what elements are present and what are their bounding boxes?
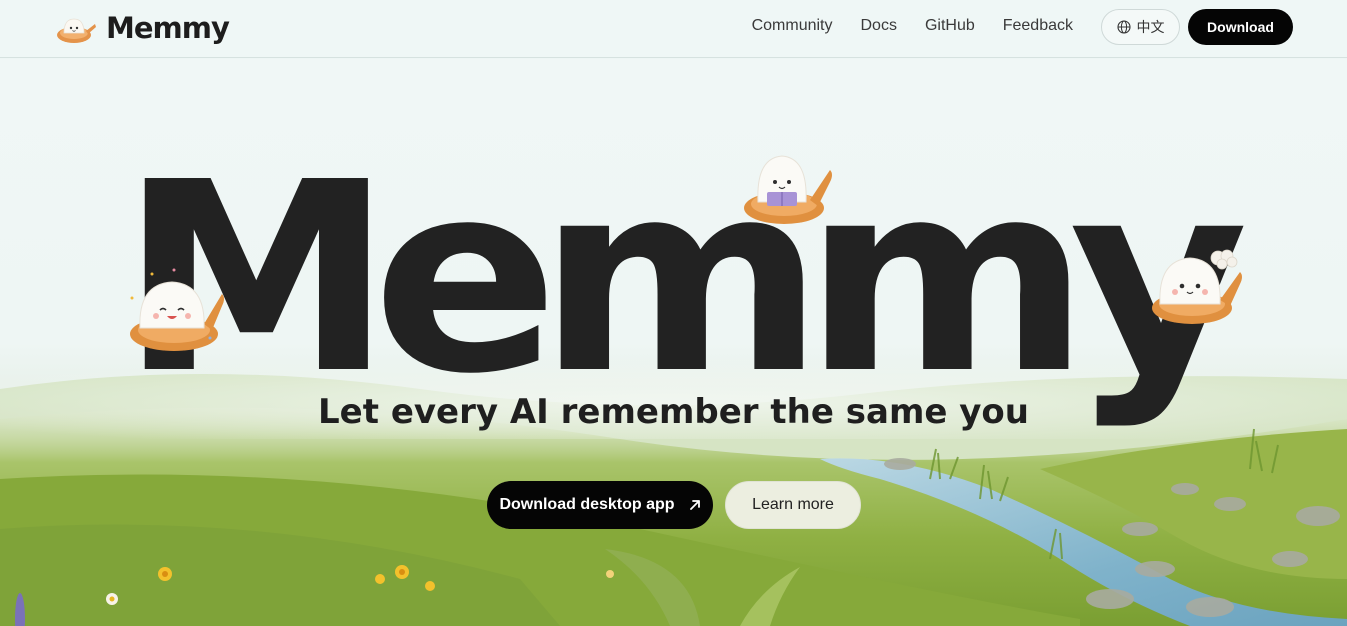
language-label: 中文 bbox=[1136, 20, 1165, 36]
download-desktop-app-label: Download desktop app bbox=[499, 496, 675, 513]
mascot-reading-book-icon bbox=[744, 155, 832, 224]
learn-more-button[interactable]: Learn more bbox=[725, 481, 861, 529]
mascot-smiling-icon bbox=[130, 268, 224, 351]
arrow-up-right-icon bbox=[689, 500, 700, 510]
download-desktop-app-button[interactable]: Download desktop app bbox=[487, 481, 713, 529]
nav-link-community[interactable]: Community bbox=[752, 17, 833, 35]
nav-links: Community Docs GitHub Feedback bbox=[752, 17, 1073, 35]
nav-link-docs[interactable]: Docs bbox=[860, 17, 896, 35]
hero-subtitle: Let every AI remember the same you bbox=[318, 392, 1029, 432]
mascot-thinking-icon bbox=[1152, 249, 1242, 324]
nav-download-button[interactable]: Download bbox=[1188, 9, 1293, 45]
memmy-logo-icon bbox=[57, 18, 96, 43]
nav-link-feedback[interactable]: Feedback bbox=[1003, 17, 1073, 35]
language-switch-button[interactable]: 中文 bbox=[1101, 9, 1180, 45]
brand-name: Memmy bbox=[106, 11, 230, 45]
nav-link-github[interactable]: GitHub bbox=[925, 17, 975, 35]
brand[interactable]: Memmy bbox=[56, 11, 230, 45]
globe-icon bbox=[1116, 20, 1131, 34]
top-navigation: Memmy Community Docs GitHub Feedback 中文 … bbox=[0, 0, 1347, 58]
